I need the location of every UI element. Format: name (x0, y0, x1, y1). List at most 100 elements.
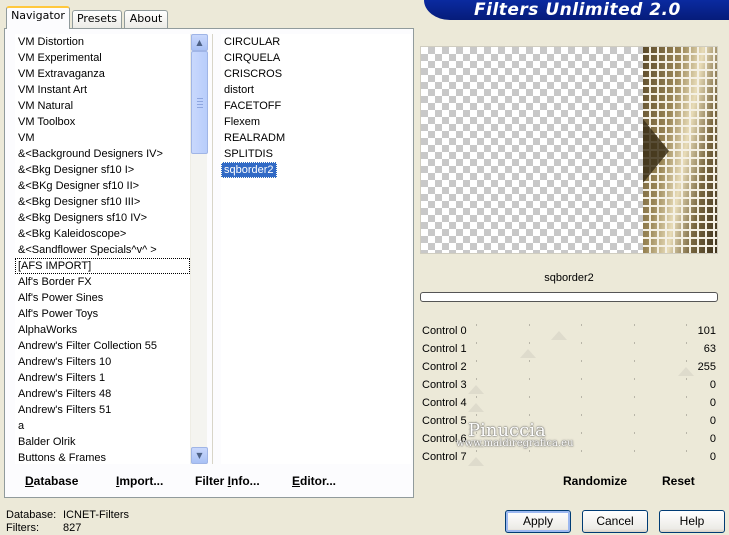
reset-button[interactable]: Reset (662, 474, 695, 488)
category-scrollbar[interactable]: ▲ ▼ (190, 34, 208, 464)
import-label: mport... (119, 474, 164, 488)
category-item[interactable]: VM Extravaganza (15, 66, 190, 82)
cancel-button[interactable]: Cancel (582, 510, 648, 533)
category-item[interactable]: [AFS IMPORT] (15, 258, 190, 274)
editor-button[interactable]: Editor... (292, 474, 336, 488)
control-value: 0 (709, 415, 716, 427)
category-list[interactable]: VM Distortion VM Experimental VM Extravaga… (15, 34, 190, 464)
help-button[interactable]: Help (659, 510, 725, 533)
preview-arrow-shape (643, 119, 669, 183)
slider-tick (528, 396, 530, 398)
slider-tick (686, 414, 687, 416)
filter-item[interactable]: REALRADM (221, 130, 411, 146)
scroll-down-button[interactable]: ▼ (191, 447, 208, 464)
database-status-label: Database: (6, 509, 57, 521)
randomize-button[interactable]: Randomize (563, 474, 627, 488)
control-row[interactable]: Control 1 63 (420, 340, 718, 358)
category-item[interactable]: Alf's Border FX (15, 274, 190, 290)
control-label: Control 0 (422, 325, 467, 337)
slider-thumb[interactable] (678, 367, 694, 376)
import-button[interactable]: Import... (116, 474, 163, 488)
filter-item[interactable]: SPLITDIS (221, 146, 411, 162)
database-button[interactable]: Database (25, 474, 78, 488)
category-item[interactable]: VM (15, 130, 190, 146)
control-row[interactable]: Control 4 0 (420, 394, 718, 412)
control-row[interactable]: Control 5 0 (420, 412, 718, 430)
slider-thumb[interactable] (468, 403, 484, 412)
control-slider[interactable] (468, 376, 687, 394)
filter-item[interactable]: CRISCROS (221, 66, 411, 82)
slider-thumb[interactable] (468, 439, 484, 448)
control-label: Control 5 (422, 415, 467, 427)
slider-tick (528, 432, 530, 434)
tab-navigator[interactable]: Navigator (6, 6, 70, 29)
tab-presets[interactable]: Presets (72, 10, 122, 28)
category-item[interactable]: Andrew's Filters 48 (15, 386, 190, 402)
category-item[interactable]: a (15, 418, 190, 434)
slider-thumb[interactable] (468, 457, 484, 466)
category-item[interactable]: &<Bkg Designers sf10 IV> (15, 210, 190, 226)
control-label: Control 4 (422, 397, 467, 409)
filter-item[interactable]: distort (221, 82, 411, 98)
control-value: 101 (697, 325, 716, 337)
slider-tick (686, 432, 687, 434)
category-item[interactable]: Andrew's Filters 10 (15, 354, 190, 370)
category-item[interactable]: &<Background Designers IV> (15, 146, 190, 162)
control-value: 63 (703, 343, 716, 355)
category-item[interactable]: &<Sandflower Specials^v^ > (15, 242, 190, 258)
filter-info-button[interactable]: Filter Info... (195, 474, 260, 488)
category-item[interactable]: VM Natural (15, 98, 190, 114)
slider-thumb[interactable] (551, 331, 568, 340)
tab-about[interactable]: About (124, 10, 168, 28)
slider-thumb[interactable] (519, 349, 536, 358)
control-row[interactable]: Control 0 101 (420, 322, 718, 340)
control-slider[interactable] (476, 340, 687, 358)
control-slider[interactable] (468, 394, 687, 412)
control-slider[interactable] (468, 448, 687, 466)
control-slider[interactable] (476, 322, 687, 340)
category-item[interactable]: &<BKg Designer sf10 II> (15, 178, 190, 194)
category-item[interactable]: VM Instant Art (15, 82, 190, 98)
category-item[interactable]: Balder Olrik (15, 434, 190, 450)
control-slider[interactable] (468, 430, 687, 448)
control-label: Control 6 (422, 433, 467, 445)
category-item[interactable]: &<Bkg Designer sf10 III> (15, 194, 190, 210)
filter-list[interactable]: CIRCULAR CIRQUELA CRISCROS distort FACETOFF F… (221, 34, 411, 464)
control-row[interactable]: Control 2 255 (420, 358, 718, 376)
slider-tick (633, 360, 635, 362)
slider-tick (633, 450, 635, 452)
slider-tick (528, 342, 530, 344)
scroll-thumb[interactable] (191, 51, 208, 154)
category-item[interactable]: VM Distortion (15, 34, 190, 50)
filter-item[interactable]: Flexem (221, 114, 411, 130)
control-row[interactable]: Control 3 0 (420, 376, 718, 394)
apply-button[interactable]: Apply (505, 510, 571, 533)
category-item[interactable]: Andrew's Filters 1 (15, 370, 190, 386)
filter-info-label-a: Filter (195, 474, 228, 488)
category-item[interactable]: &<Bkg Designer sf10 I> (15, 162, 190, 178)
category-item[interactable]: Buttons & Frames (15, 450, 190, 464)
category-item[interactable]: VM Toolbox (15, 114, 190, 130)
slider-thumb[interactable] (468, 421, 484, 430)
control-row[interactable]: Control 7 0 (420, 448, 718, 466)
category-item[interactable]: Andrew's Filter Collection 55 (15, 338, 190, 354)
scroll-up-button[interactable]: ▲ (191, 34, 208, 51)
slider-thumb[interactable] (468, 385, 484, 394)
category-item[interactable]: VM Experimental (15, 50, 190, 66)
category-item[interactable]: Andrew's Filters 51 (15, 402, 190, 418)
database-label: atabase (33, 474, 79, 488)
category-item[interactable]: AlphaWorks (15, 322, 190, 338)
control-value: 0 (709, 433, 716, 445)
category-item[interactable]: &<Bkg Kaleidoscope> (15, 226, 190, 242)
control-slider[interactable] (476, 358, 694, 376)
slider-tick (581, 378, 582, 380)
category-item[interactable]: Alf's Power Sines (15, 290, 190, 306)
filter-item[interactable]: CIRCULAR (221, 34, 411, 50)
filter-item[interactable]: CIRQUELA (221, 50, 411, 66)
control-row[interactable]: Control 6 0 (420, 430, 718, 448)
slider-tick (581, 396, 582, 398)
filter-item[interactable]: FACETOFF (221, 98, 411, 114)
filter-item[interactable]: sqborder2 (221, 162, 277, 178)
control-slider[interactable] (468, 412, 687, 430)
category-item[interactable]: Alf's Power Toys (15, 306, 190, 322)
